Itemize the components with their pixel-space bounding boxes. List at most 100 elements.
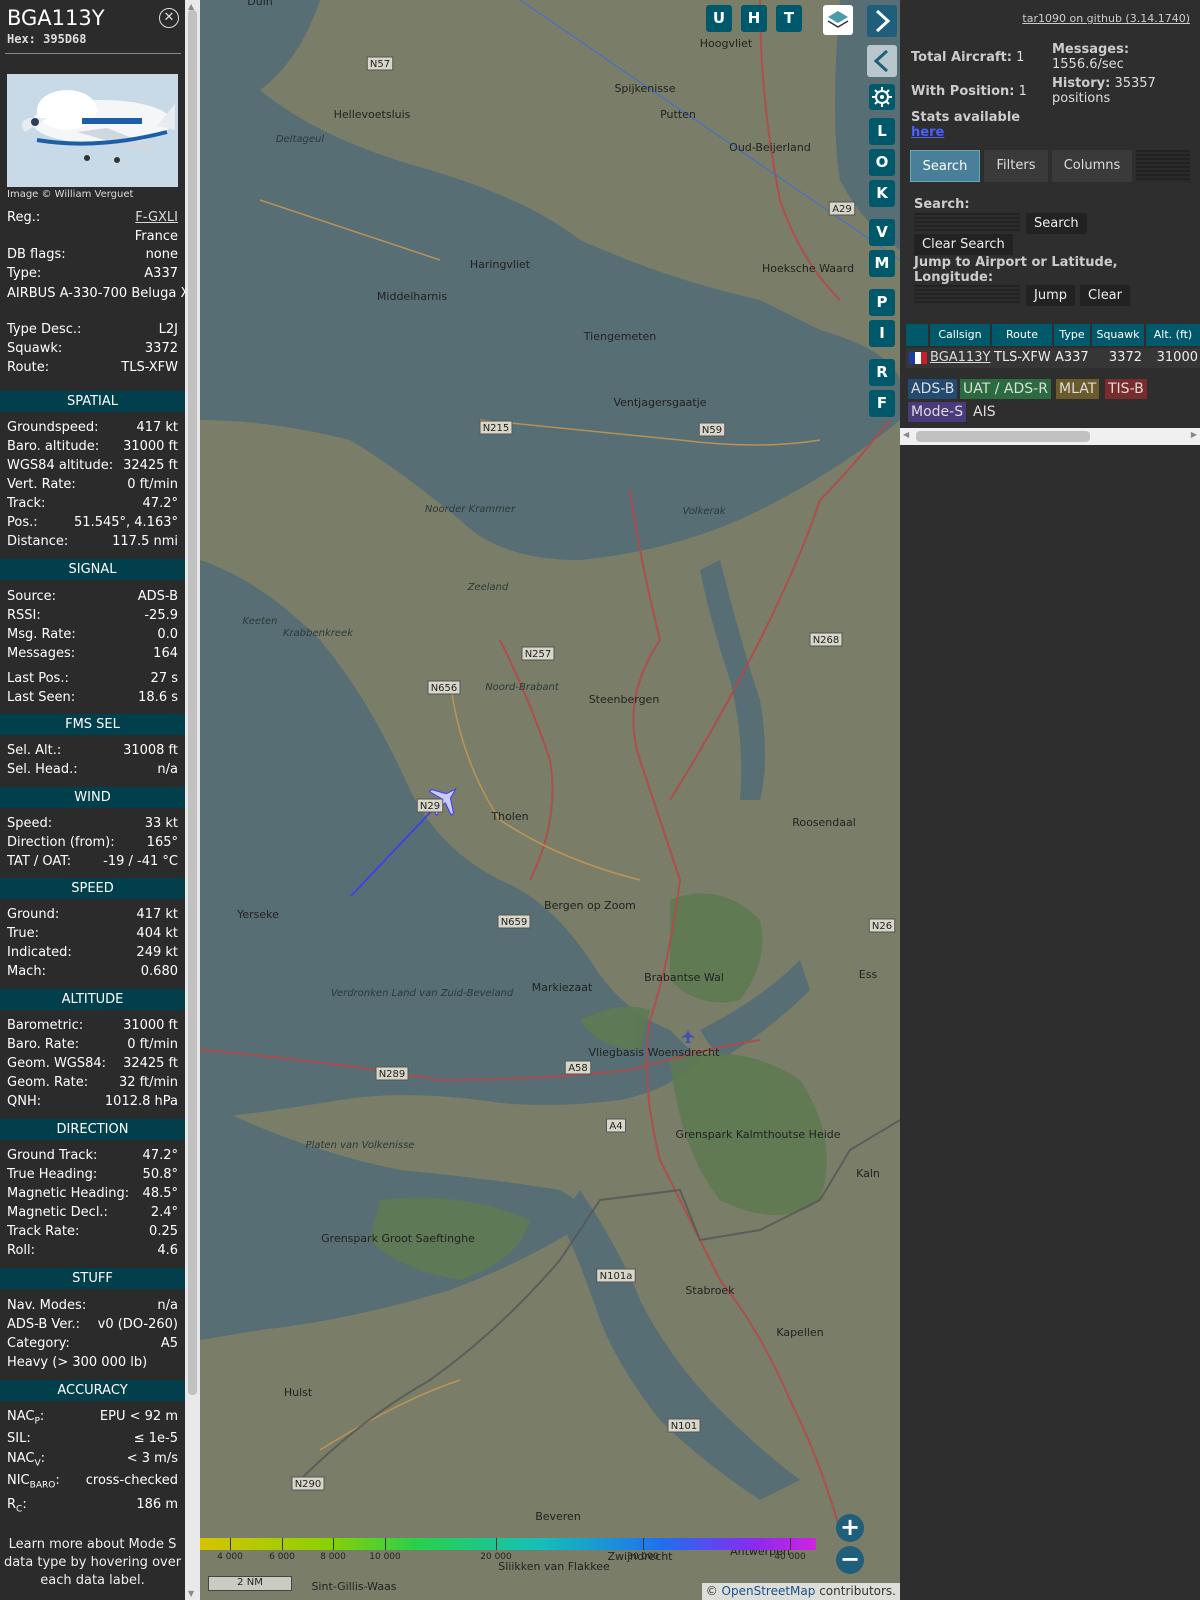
type-row: Type: A337 — [7, 266, 178, 285]
button-k[interactable]: K — [869, 180, 895, 207]
zoom-out-button[interactable]: − — [836, 1546, 864, 1574]
track-value: 47.2° — [142, 496, 178, 511]
squawk-label: Squawk: — [7, 341, 63, 356]
last-pos-value: 27 s — [150, 671, 178, 686]
map-place-label: Hellevoetsluis — [334, 108, 411, 121]
track-rate-value: 0.25 — [149, 1224, 178, 1239]
map-place-label: Platen van Volkenisse — [306, 1140, 415, 1151]
tab-columns[interactable]: Columns — [1052, 150, 1132, 182]
column-callsign[interactable]: Callsign — [930, 324, 990, 346]
clear-search-button[interactable]: Clear Search — [914, 234, 1013, 255]
section-signal: SIGNAL — [0, 559, 185, 580]
road-label: N268 — [813, 635, 840, 646]
road-label: N257 — [525, 649, 552, 660]
column-altitude[interactable]: Alt. (ft) — [1146, 324, 1200, 346]
column-route[interactable]: Route — [992, 324, 1052, 346]
button-o[interactable]: O — [869, 149, 895, 176]
source-value: ADS-B — [137, 589, 178, 604]
next-arrow-button[interactable] — [867, 5, 897, 37]
jump-input[interactable] — [914, 285, 1020, 305]
aircraft-photo[interactable] — [7, 74, 178, 187]
geom-rate-row: Geom. Rate: 32 ft/min — [7, 1075, 178, 1094]
clear-button[interactable]: Clear — [1080, 285, 1130, 306]
settings-button[interactable] — [869, 84, 895, 110]
baro-rate-value: 0 ft/min — [127, 1037, 178, 1052]
button-u[interactable]: U — [706, 5, 732, 32]
zoom-in-button[interactable]: + — [836, 1514, 864, 1542]
type-value: A337 — [144, 266, 178, 281]
source-tisb: TIS-B — [1105, 379, 1147, 399]
section-stuff: STUFF — [0, 1268, 185, 1289]
search-input[interactable] — [914, 213, 1020, 233]
osm-link[interactable]: OpenStreetMap — [722, 1584, 816, 1598]
github-link[interactable]: tar1090 on github (3.14.1740) — [1022, 12, 1190, 25]
reg-link[interactable]: F-GXLI — [135, 210, 178, 225]
road-label: N59 — [702, 425, 722, 436]
jump-label: Jump to Airport or Latitude, Longitude: — [914, 255, 1118, 285]
button-t[interactable]: T — [776, 5, 802, 32]
roll-label: Roll: — [7, 1243, 36, 1258]
hex-label: Hex: — [7, 32, 36, 46]
section-altitude: ALTITUDE — [0, 989, 185, 1010]
close-icon[interactable]: ✕ — [159, 8, 179, 28]
map-place-label: Hoogvliet — [700, 37, 753, 50]
button-l[interactable]: L — [869, 118, 895, 145]
button-h[interactable]: H — [741, 5, 767, 32]
true-speed-row: True: 404 kt — [7, 926, 178, 945]
layers-button[interactable] — [823, 5, 853, 35]
button-i[interactable]: I — [869, 320, 895, 347]
groundspeed-value: 417 kt — [136, 420, 178, 435]
section-spatial: SPATIAL — [0, 391, 185, 412]
button-r[interactable]: R — [869, 359, 895, 386]
table-scrollbar[interactable]: ◀ ▶ — [900, 428, 1200, 445]
button-m[interactable]: M — [869, 250, 895, 277]
button-p[interactable]: P — [869, 289, 895, 316]
tab-search[interactable]: Search — [910, 150, 980, 182]
vert-rate-label: Vert. Rate: — [7, 477, 76, 492]
country-row: France — [7, 229, 178, 248]
details-scrollbar[interactable]: ▲ ▼ — [185, 0, 200, 1600]
dbflags-row: DB flags: none — [7, 247, 178, 266]
indicated-speed-row: Indicated: 249 kt — [7, 945, 178, 964]
map-place-label: Stabroek — [685, 1284, 735, 1297]
ground-track-label: Ground Track: — [7, 1148, 98, 1163]
map-place-label: Hoeksche Waard — [762, 262, 854, 275]
jump-button[interactable]: Jump — [1026, 285, 1075, 306]
magnetic-heading-label: Magnetic Heading: — [7, 1186, 130, 1201]
type-full-row: AIRBUS A-330-700 Beluga XL — [7, 286, 197, 322]
nacv-value: < 3 m/s — [126, 1451, 178, 1466]
last-pos-label: Last Pos.: — [7, 671, 69, 686]
map-place-label: Duin — [247, 0, 272, 8]
hex-value: 395D68 — [43, 32, 87, 46]
rc-value: 186 m — [136, 1497, 178, 1512]
map-canvas[interactable]: Hellevoetsluis Hoogvliet Spijkenisse Putten… — [200, 0, 900, 1600]
rc-label: RC: — [7, 1497, 27, 1515]
sel-head-row: Sel. Head.: n/a — [7, 762, 178, 781]
row-callsign[interactable]: BGA113Y — [930, 348, 990, 368]
tab-filters[interactable]: Filters — [984, 150, 1048, 182]
track-rate-label: Track Rate: — [7, 1224, 80, 1239]
typedesc-row: Type Desc.: L2J — [7, 322, 178, 341]
altitude-scale-label: 10 000 — [369, 1552, 401, 1562]
map-place-label: Noorder Krammer — [425, 504, 516, 515]
true-heading-row: True Heading: 50.8° — [7, 1167, 178, 1186]
search-button[interactable]: Search — [1026, 213, 1087, 234]
vert-rate-row: Vert. Rate: 0 ft/min — [7, 477, 178, 496]
map-place-label: Bergen op Zoom — [544, 899, 636, 912]
altitude-scale-label: 4 000 — [217, 1552, 243, 1562]
stats-link[interactable]: here — [911, 125, 944, 140]
ground-track-row: Ground Track: 47.2° — [7, 1148, 178, 1167]
map-view[interactable]: Hellevoetsluis Hoogvliet Spijkenisse Putten… — [200, 0, 900, 1600]
map-place-label: Kaln — [856, 1167, 880, 1180]
column-squawk[interactable]: Squawk — [1092, 324, 1144, 346]
column-flag[interactable] — [906, 324, 928, 346]
prev-arrow-button[interactable] — [867, 45, 897, 77]
route-label: Route: — [7, 360, 50, 375]
road-label: N215 — [483, 423, 510, 434]
button-v[interactable]: V — [869, 219, 895, 246]
with-position: With Position: 1 — [911, 84, 1027, 99]
column-type[interactable]: Type — [1054, 324, 1090, 346]
distance-value: 117.5 nmi — [112, 534, 178, 549]
altitude-scale-tick — [282, 1538, 283, 1550]
button-f[interactable]: F — [869, 390, 895, 417]
